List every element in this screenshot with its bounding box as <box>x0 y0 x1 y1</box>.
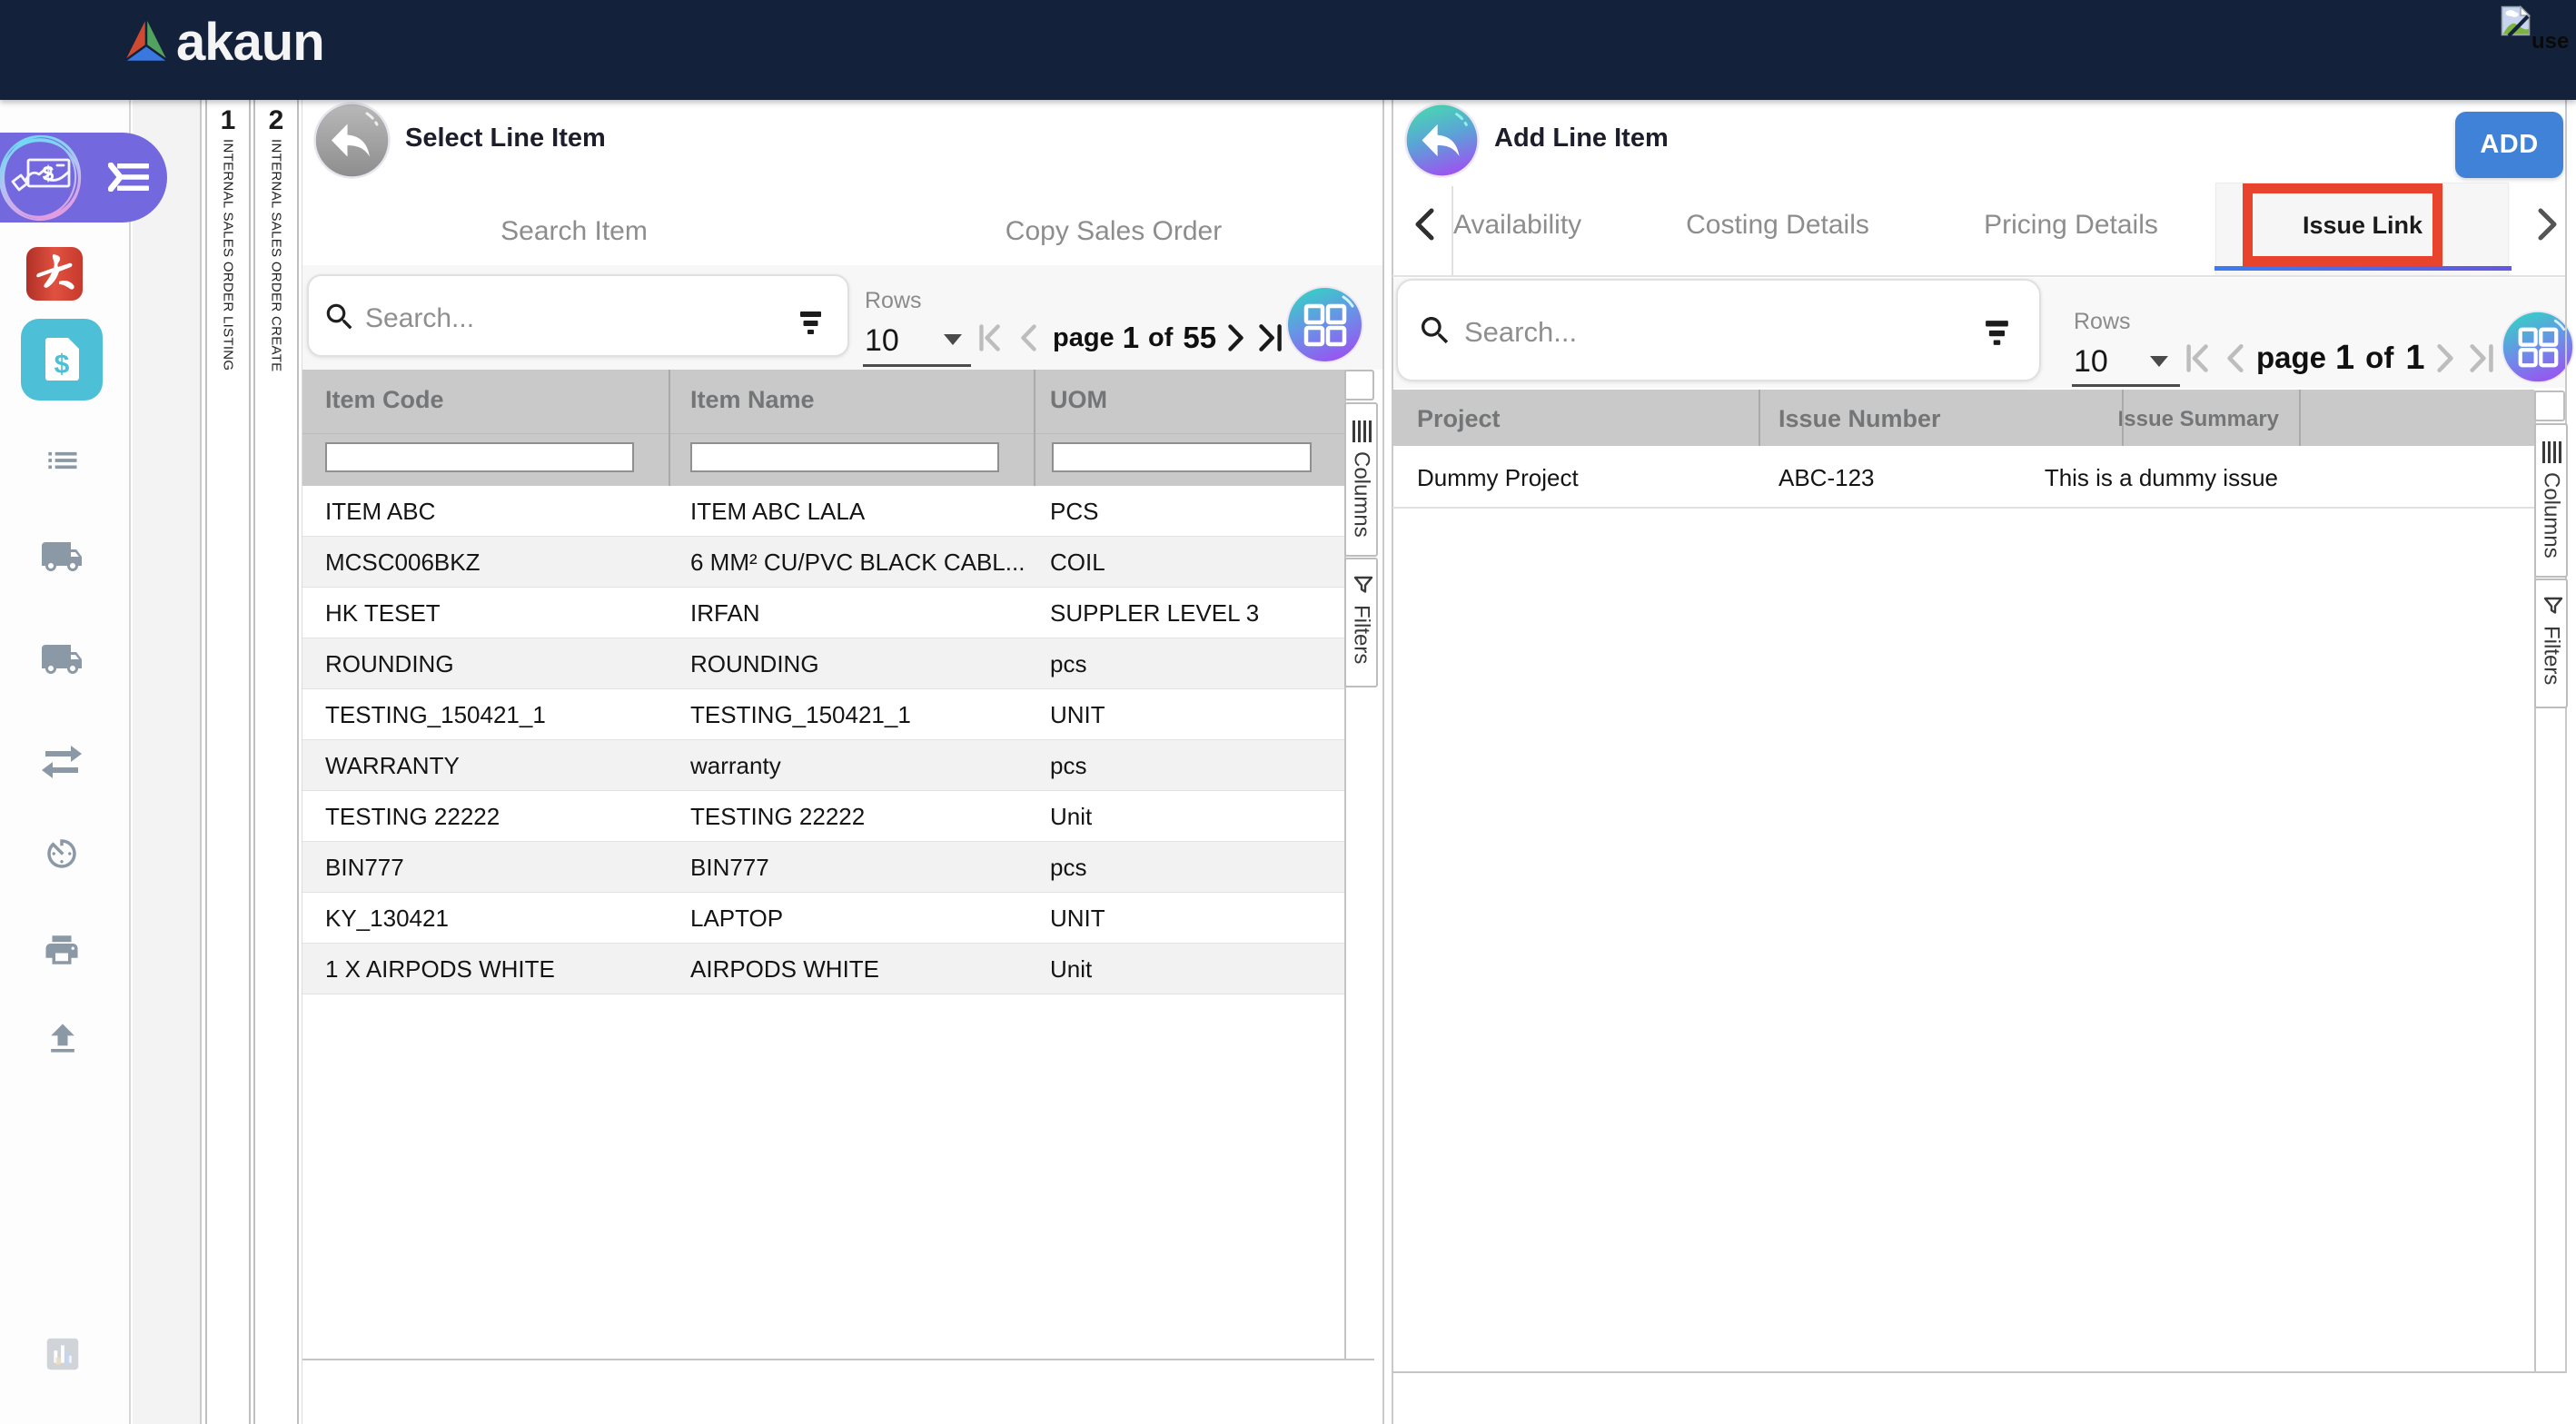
svg-text:$: $ <box>54 350 70 380</box>
svg-text:$: $ <box>43 162 54 185</box>
